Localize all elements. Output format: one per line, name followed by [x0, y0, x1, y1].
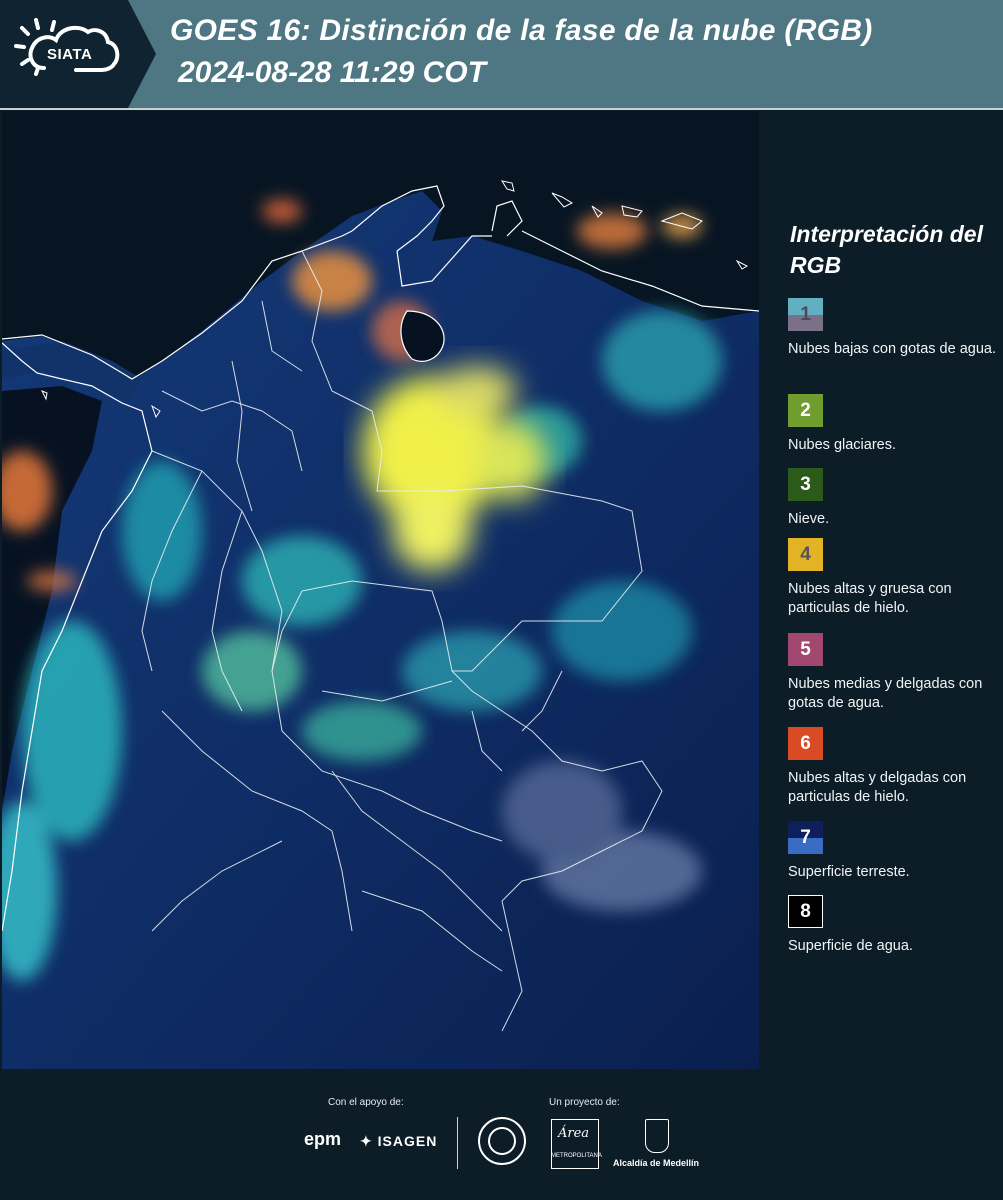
swatch-number: 5 — [800, 638, 811, 660]
legend-swatch-2: 2 — [788, 394, 823, 427]
siata-logo[interactable]: SIATA — [0, 0, 128, 108]
legend-item-5: 5 Nubes medias y delgadas con gotas de a… — [788, 633, 998, 713]
footer: Con el apoyo de: Un proyecto de: epm ✦ I… — [0, 1069, 1003, 1200]
swatch-number: 7 — [800, 826, 811, 848]
legend-item-8: 8 Superficie de agua. — [788, 895, 998, 956]
legend-swatch-4: 4 — [788, 538, 823, 571]
timestamp: 2024-08-28 11:29 COT — [178, 56, 486, 89]
epm-logo[interactable]: epm — [304, 1129, 341, 1150]
swatch-number: 4 — [800, 543, 811, 565]
legend-item-text: Superficie de agua. — [788, 938, 913, 954]
legend-item-3: 3 Nieve. — [788, 468, 998, 529]
header-bar: SIATA GOES 16: Distinción de la fase de … — [0, 0, 1003, 108]
legend-item-text: Nubes bajas con gotas de agua. — [788, 341, 996, 357]
area-metropolitana-logo[interactable]: Área — [551, 1119, 599, 1169]
legend-swatch-8: 8 — [788, 895, 823, 928]
isagen-star-icon: ✦ — [360, 1133, 373, 1149]
legend-item-6: 6 Nubes altas y delgadas con particulas … — [788, 727, 998, 807]
support-label: Con el apoyo de: — [328, 1097, 404, 1108]
municipal-seal-logo[interactable] — [478, 1117, 526, 1165]
map-svg — [2, 111, 759, 1069]
legend-swatch-7: 7 — [788, 821, 823, 854]
satellite-rgb-map[interactable] — [2, 111, 759, 1069]
swatch-number: 2 — [800, 399, 811, 421]
swatch-number: 3 — [800, 473, 811, 495]
legend-item-1: 1 Nubes bajas con gotas de agua. — [788, 298, 998, 359]
legend-title: Interpretación del RGB — [790, 221, 983, 278]
legend-item-text: Nubes medias y delgadas con gotas de agu… — [788, 676, 983, 711]
legend-item-2: 2 Nubes glaciares. — [788, 394, 998, 455]
isagen-text: ISAGEN — [377, 1133, 438, 1149]
header-divider — [0, 108, 1003, 110]
alcaldia-label: Alcaldía de Medellín — [613, 1158, 700, 1168]
legend-item-7: 7 Superficie terreste. — [788, 821, 998, 882]
seal-hand-icon — [488, 1127, 516, 1155]
legend-panel: Interpretación del RGB 1 Nubes bajas con… — [760, 111, 1003, 1069]
swatch-number: 8 — [800, 900, 811, 922]
siata-logo-text: SIATA — [47, 46, 93, 63]
legend-item-text: Superficie terreste. — [788, 864, 910, 880]
legend-swatch-6: 6 — [788, 727, 823, 760]
legend-swatch-5: 5 — [788, 633, 823, 666]
amva-script: Área — [558, 1126, 590, 1141]
legend-item-4: 4 Nubes altas y gruesa con particulas de… — [788, 538, 998, 618]
legend-swatch-1: 1 — [788, 298, 823, 331]
legend-item-text: Nubes glaciares. — [788, 437, 896, 453]
amva-name: METROPOLITANA — [551, 1153, 602, 1159]
logo-arrow-shape — [128, 0, 156, 108]
project-label: Un proyecto de: — [549, 1097, 620, 1108]
legend-item-text: Nubes altas y delgadas con particulas de… — [788, 770, 967, 805]
isagen-logo[interactable]: ✦ ISAGEN — [360, 1133, 437, 1150]
legend-item-text: Nieve. — [788, 511, 830, 527]
legend-item-text: Nubes altas y gruesa con particulas de h… — [788, 581, 952, 616]
legend-swatch-3: 3 — [788, 468, 823, 501]
footer-divider — [457, 1117, 458, 1169]
swatch-number: 1 — [800, 303, 811, 325]
page-title: GOES 16: Distinción de la fase de la nub… — [170, 14, 873, 47]
swatch-number: 6 — [800, 732, 811, 754]
medellin-shield-icon[interactable] — [645, 1119, 669, 1153]
